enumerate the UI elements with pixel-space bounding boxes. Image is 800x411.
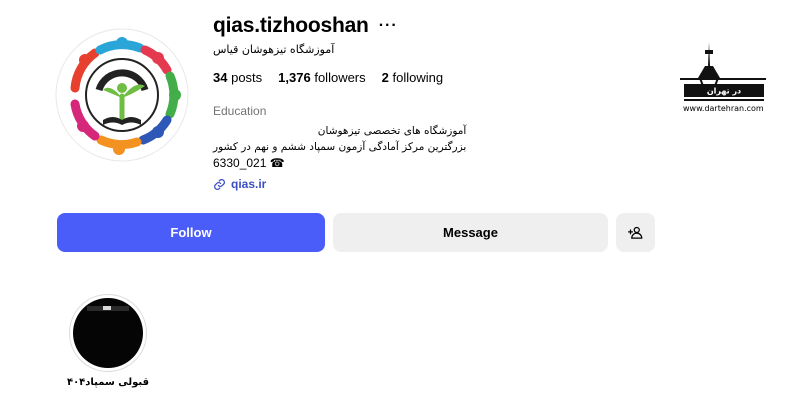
more-options-icon[interactable]: ··· [379,18,398,34]
watermark-logo-text: در تهران [707,87,741,96]
bio-line: بزرگترین مرکز آمادگی آزمون سمپاد ششم و ن… [213,141,467,153]
message-button[interactable]: Message [333,213,608,252]
profile-username: qias.tizhooshan [213,14,369,37]
profile-avatar[interactable] [55,28,189,162]
bio-line: آموزشگاه های تخصصی تیزهوشان [317,125,467,137]
profile-website-link[interactable]: qias.ir [213,177,266,191]
add-user-icon [628,226,643,239]
username-row: qias.tizhooshan ··· [213,14,398,38]
posts-count: 34 [213,70,228,85]
profile-category: Education [213,104,267,118]
followers-label: followers [314,70,366,85]
posts-label: posts [231,70,263,85]
follow-button[interactable]: Follow [57,213,325,252]
highlight-title: قبولی سمپاد۴۰۴ [66,377,150,388]
profile-bio: آموزشگاه های تخصصی تیزهوشان بزرگترین مرک… [213,123,466,171]
website-link-text: qias.ir [231,177,267,191]
story-highlight[interactable]: قبولی سمپاد۴۰۴ [66,294,150,388]
highlight-ring [69,294,147,372]
watermark-url: www.dartehran.com [683,104,764,113]
following-label: following [392,70,444,85]
link-icon [214,178,225,190]
followers-stat[interactable]: 1,376 followers [278,70,365,85]
followers-count: 1,376 [278,70,311,85]
posts-stat: 34 posts [213,70,262,85]
highlight-cover-image [73,298,143,368]
profile-stats: 34 posts 1,376 followers 2 following [213,70,443,85]
bio-phone: 6330_021 ☎ [213,156,285,170]
suggested-users-button[interactable] [616,213,655,252]
following-count: 2 [381,70,389,85]
qias-logo-icon [55,28,189,162]
profile-full-name: آموزشگاه تیزهوشان قیاس [213,43,335,56]
following-stat[interactable]: 2 following [382,70,443,85]
